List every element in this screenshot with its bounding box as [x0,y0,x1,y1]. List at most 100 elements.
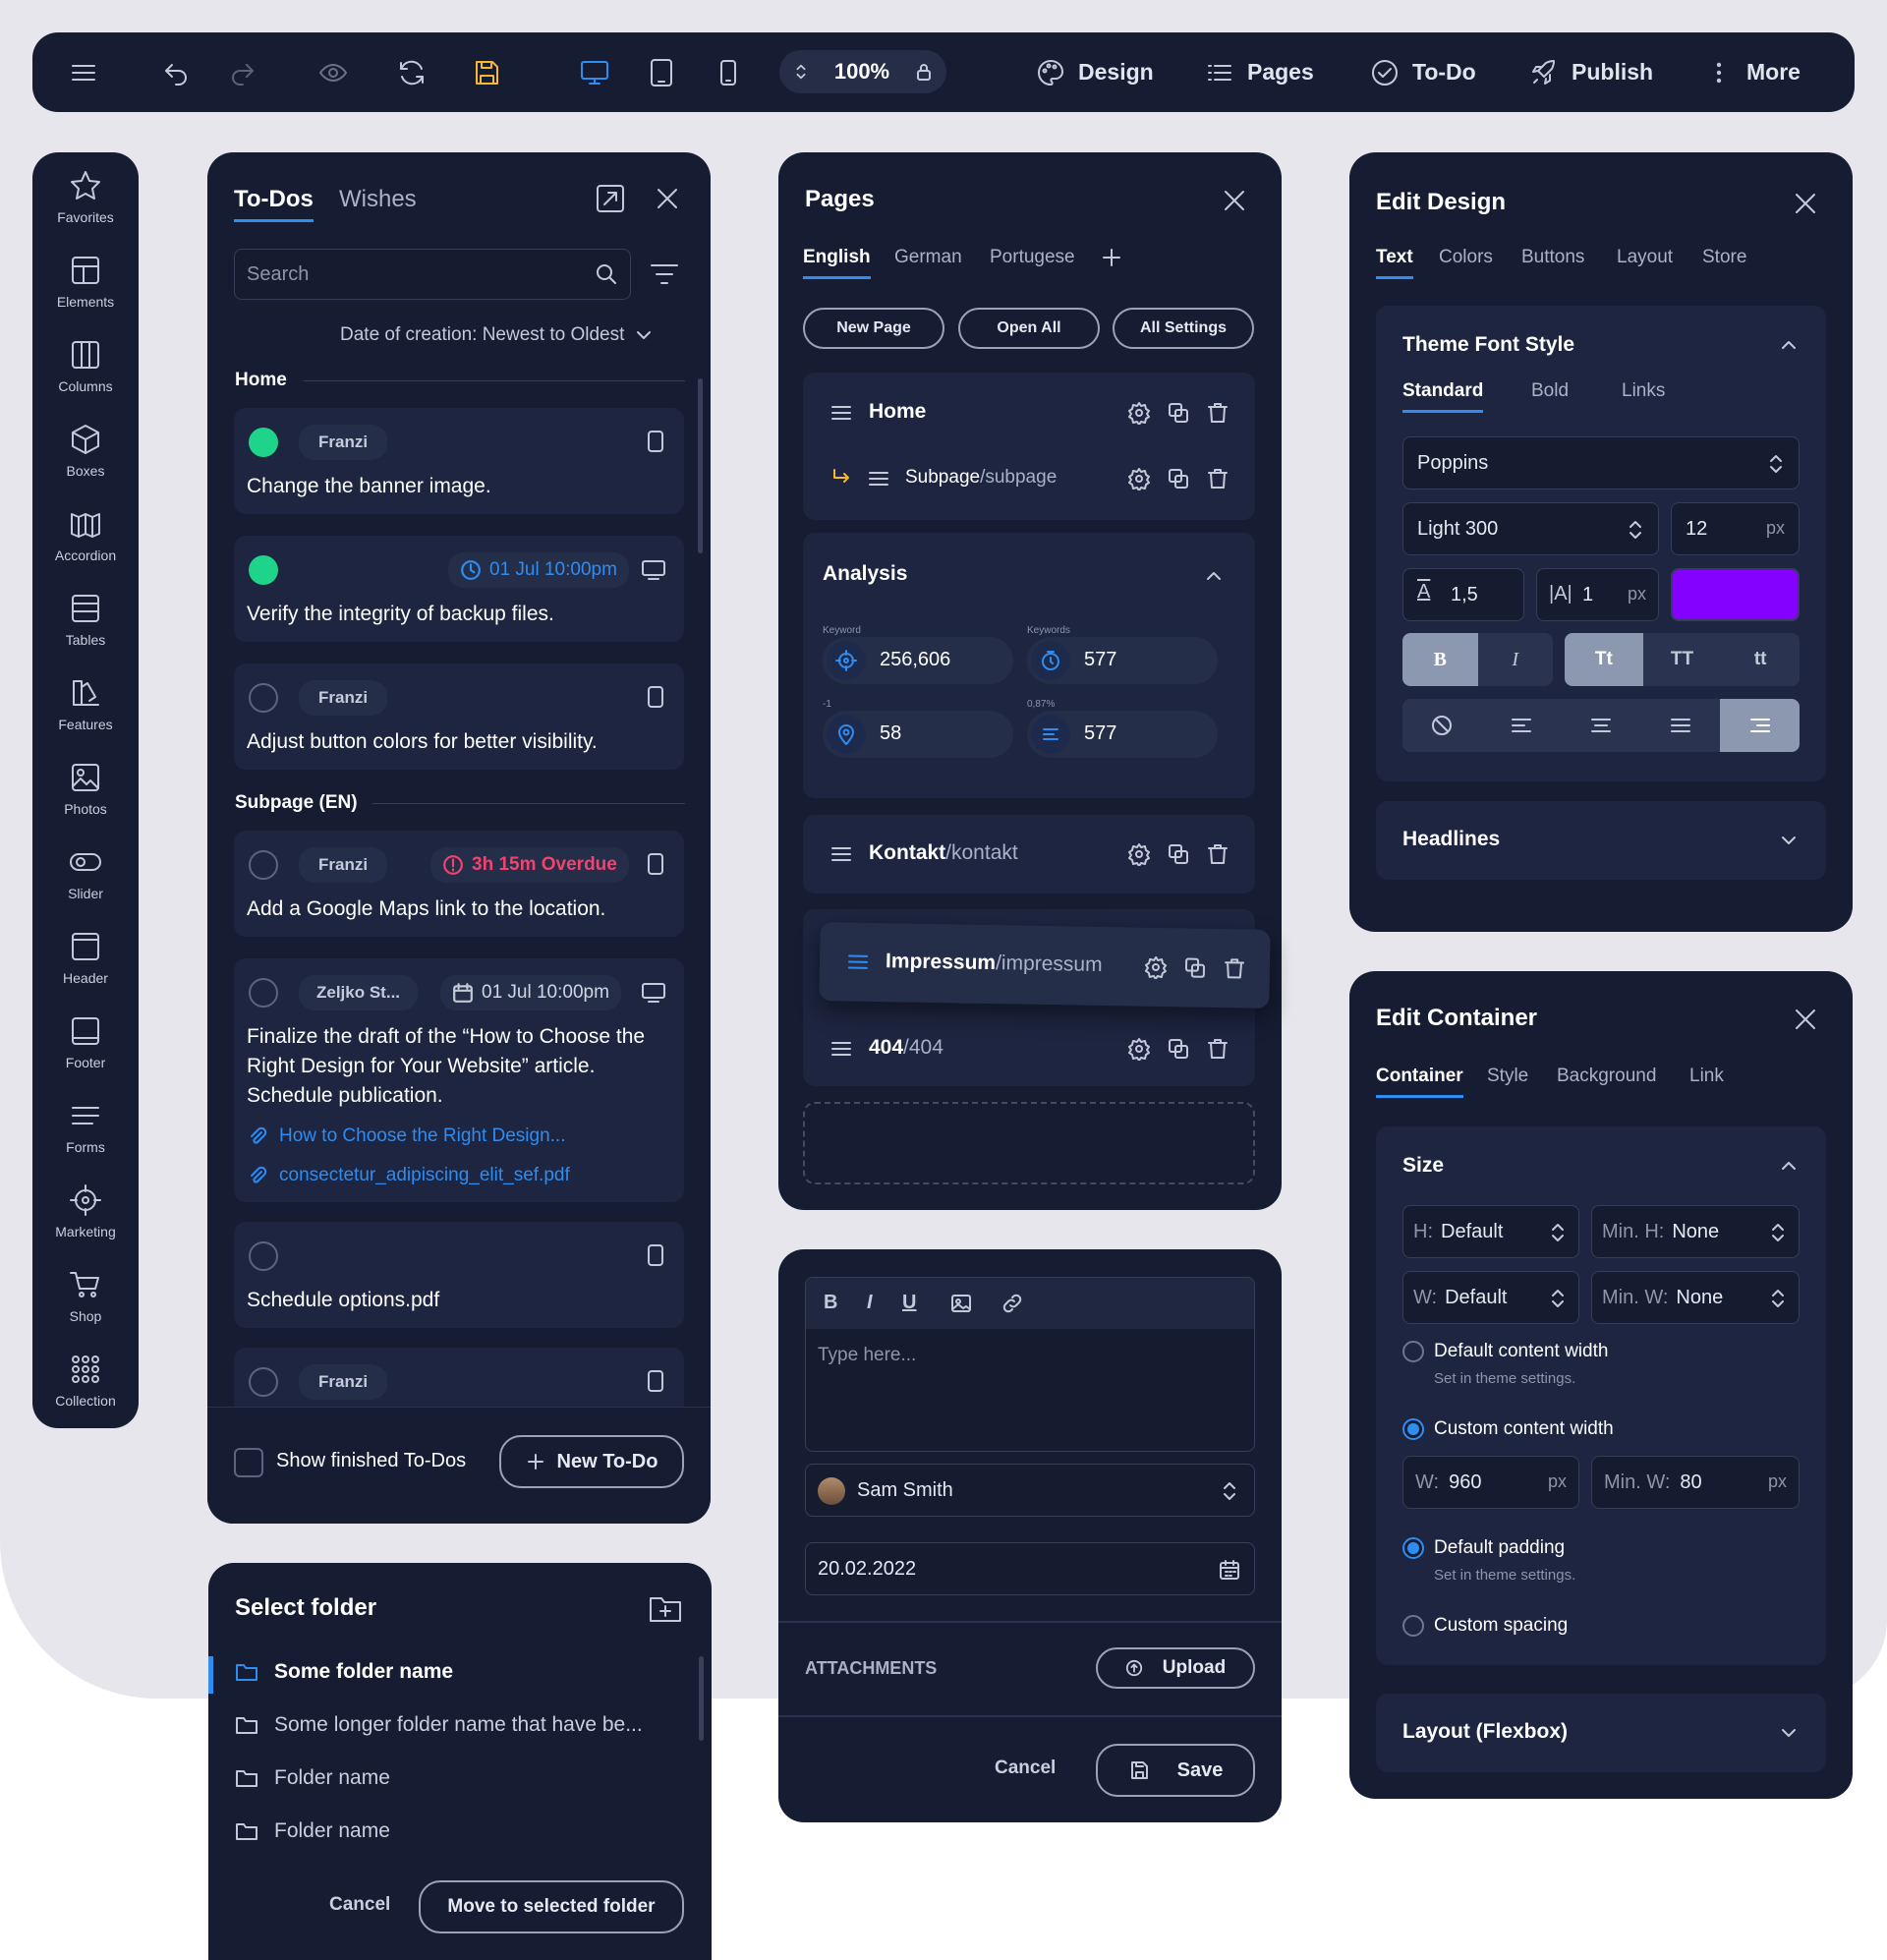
align-center-button[interactable] [1561,699,1641,752]
new-folder-icon[interactable] [648,1592,683,1624]
mobile-view-icon[interactable] [713,32,744,112]
align-none-button[interactable] [1402,699,1482,752]
capitalize-toggle[interactable]: Tt [1565,633,1643,686]
width-select[interactable]: W: Default [1402,1271,1579,1324]
checked-icon[interactable] [249,428,278,457]
open-all-button[interactable]: Open All [958,308,1100,349]
show-finished-checkbox[interactable] [234,1448,263,1477]
date-field[interactable]: 20.02.2022 [805,1542,1255,1595]
duplicate-icon[interactable] [1167,1037,1190,1061]
bold-toggle[interactable]: B [1402,633,1478,686]
pages-button[interactable]: Pages [1204,32,1314,112]
close-icon[interactable] [1220,186,1249,215]
font-weight-select[interactable]: Light 300 [1402,502,1659,555]
drag-handle-icon[interactable] [830,845,852,863]
folder-item[interactable]: Folder name [235,1766,390,1790]
unchecked-icon[interactable] [249,1367,278,1397]
font-family-select[interactable]: Poppins [1402,436,1800,490]
checked-icon[interactable] [249,555,278,585]
folder-item[interactable]: Some longer folder name that have be... [235,1713,643,1737]
tab-layout[interactable]: Layout [1617,247,1673,268]
sidebar-item-elements[interactable]: Elements [32,253,139,310]
chevron-up-icon[interactable] [1779,1156,1799,1176]
save-icon[interactable] [471,32,502,112]
drop-zone[interactable] [803,1102,1255,1184]
drag-handle-icon[interactable] [847,952,869,970]
filter-icon[interactable] [649,260,680,288]
duplicate-icon[interactable] [1167,842,1190,866]
letter-spacing-input[interactable]: |A| 1 px [1536,568,1659,621]
calendar-icon[interactable] [1219,1559,1240,1581]
assignee-select[interactable]: Sam Smith [805,1464,1255,1517]
drag-handle-icon[interactable] [830,1040,852,1058]
align-left-button[interactable] [1481,699,1562,752]
custom-min-width-input[interactable]: Min. W: 80 px [1591,1456,1800,1509]
close-icon[interactable] [653,184,682,213]
height-select[interactable]: H: Default [1402,1205,1579,1258]
attachment-link[interactable]: How to Choose the Right Design... [248,1125,566,1147]
subtab-standard[interactable]: Standard [1402,380,1484,413]
custom-spacing-radio[interactable] [1402,1615,1424,1637]
todo-item[interactable]: 01 Jul 10:00pm Verify the integrity of b… [234,536,684,642]
duplicate-icon[interactable] [1167,467,1190,490]
trash-icon[interactable] [1206,401,1229,425]
close-icon[interactable] [1791,189,1820,218]
settings-icon[interactable] [1127,467,1151,490]
sidebar-item-accordion[interactable]: Accordion [32,506,139,563]
chevron-down-icon[interactable] [1779,831,1799,850]
default-width-radio[interactable] [1402,1341,1424,1362]
todo-item[interactable]: Schedule options.pdf [234,1222,684,1328]
new-todo-button[interactable]: New To-Do [499,1435,684,1488]
tab-portugese[interactable]: Portugese [990,247,1075,268]
todo-button[interactable]: To-Do [1369,32,1476,112]
uppercase-toggle[interactable]: TT [1642,633,1722,686]
tab-german[interactable]: German [894,247,962,268]
page-name[interactable]: Home [869,400,926,424]
trash-icon[interactable] [1223,956,1246,980]
all-settings-button[interactable]: All Settings [1113,308,1254,349]
undo-icon[interactable] [160,32,192,112]
desktop-view-icon[interactable] [579,32,610,112]
subtab-bold[interactable]: Bold [1531,380,1569,402]
layout-flexbox-section[interactable]: Layout (Flexbox) [1376,1694,1826,1772]
sidebar-item-marketing[interactable]: Marketing [32,1182,139,1239]
sidebar-item-boxes[interactable]: Boxes [32,422,139,479]
tab-link[interactable]: Link [1689,1066,1724,1087]
upload-button[interactable]: Upload [1096,1647,1255,1689]
chevron-up-icon[interactable] [1204,566,1224,586]
todo-item[interactable]: Franzi Change the banner image. [234,408,684,514]
move-folder-button[interactable]: Move to selected folder [419,1880,684,1933]
cancel-button[interactable]: Cancel [995,1758,1056,1779]
bold-button[interactable]: B [824,1292,837,1314]
tab-background[interactable]: Background [1557,1066,1656,1087]
custom-width-radio[interactable] [1402,1418,1424,1440]
lowercase-toggle[interactable]: tt [1721,633,1800,686]
add-language-icon[interactable] [1101,247,1122,268]
link-icon[interactable] [1001,1292,1024,1315]
sidebar-item-tables[interactable]: Tables [32,591,139,648]
scrollbar[interactable] [699,1656,704,1741]
zoom-control[interactable]: 100% [779,50,946,93]
refresh-icon[interactable] [396,32,428,112]
sort-dropdown[interactable]: Date of creation: Newest to Oldest [340,324,654,346]
tablet-view-icon[interactable] [646,32,677,112]
sidebar-item-features[interactable]: Features [32,675,139,732]
rich-text-editor[interactable]: B I U Type here... [805,1277,1255,1452]
subtab-links[interactable]: Links [1622,380,1665,402]
unchecked-icon[interactable] [249,1241,278,1271]
font-size-input[interactable]: 12 px [1671,502,1800,555]
settings-icon[interactable] [1127,1037,1151,1061]
tab-text[interactable]: Text [1376,247,1413,279]
cancel-button[interactable]: Cancel [329,1894,390,1916]
publish-button[interactable]: Publish [1528,32,1653,112]
image-icon[interactable] [949,1292,973,1315]
search-input[interactable]: Search [234,249,631,300]
scrollbar[interactable] [698,378,703,553]
sidebar-item-slider[interactable]: Slider [32,844,139,901]
more-button[interactable]: More [1703,32,1801,112]
expand-icon[interactable] [594,182,627,215]
italic-toggle[interactable]: I [1477,633,1553,686]
preview-eye-icon[interactable] [317,32,349,112]
align-right-button[interactable] [1720,699,1800,752]
sidebar-item-favorites[interactable]: Favorites [32,168,139,225]
